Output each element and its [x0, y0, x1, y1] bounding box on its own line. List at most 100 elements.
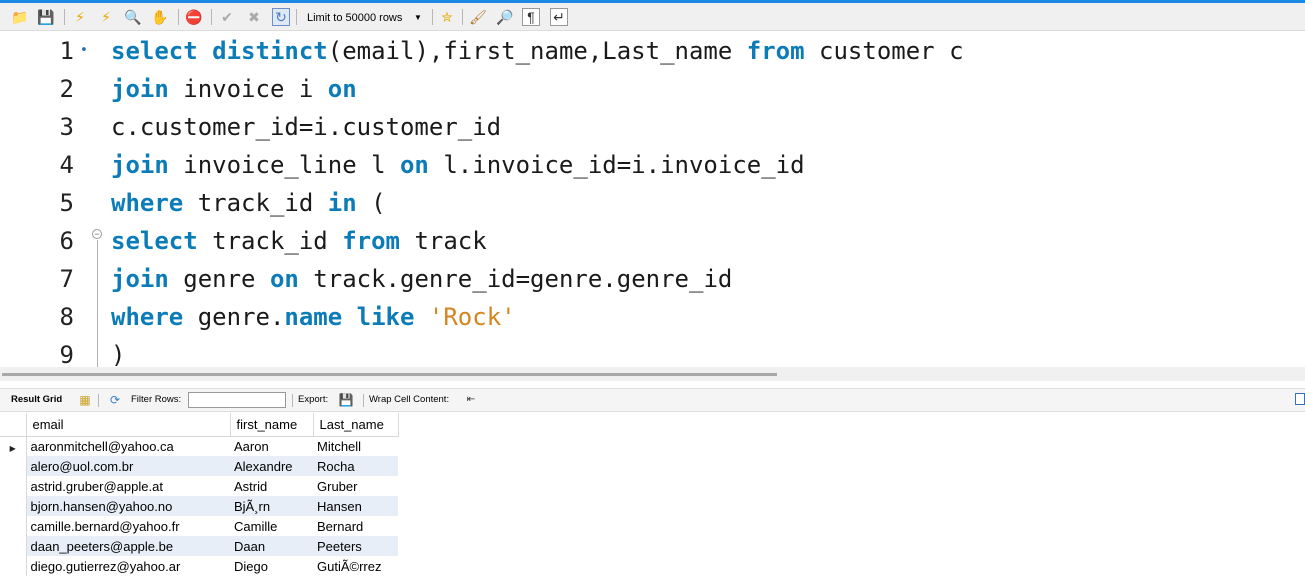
- cell-last-name[interactable]: Rocha: [313, 456, 398, 476]
- chevron-down-icon[interactable]: ▼: [414, 9, 422, 27]
- sql-text: invoice_line l: [168, 151, 400, 179]
- rollback-icon[interactable]: ✖: [245, 8, 263, 26]
- cell-email[interactable]: astrid.gruber@apple.at: [26, 476, 230, 496]
- autocommit-icon[interactable]: ↻: [272, 8, 290, 26]
- stop-icon[interactable]: ✋: [151, 8, 169, 26]
- line-number: 4: [59, 151, 74, 179]
- code-line[interactable]: 8 where genre.name like 'Rock': [0, 298, 1305, 336]
- explain-icon[interactable]: 🔍: [124, 8, 142, 26]
- row-header[interactable]: [0, 476, 27, 496]
- wrap-cell-icon[interactable]: ⇤: [463, 392, 479, 408]
- cell-email[interactable]: aaronmitchell@yahoo.ca: [26, 436, 230, 456]
- toolbar-separator: [292, 394, 293, 407]
- code-text: select track_id from track: [111, 222, 487, 260]
- cell-email[interactable]: bjorn.hansen@yahoo.no: [26, 496, 230, 516]
- sql-keyword: like: [356, 303, 415, 331]
- cell-first-name[interactable]: Diego: [230, 556, 313, 576]
- table-row[interactable]: daan_peeters@apple.be Daan Peeters: [0, 536, 398, 556]
- row-header[interactable]: [0, 536, 27, 556]
- grid-icon[interactable]: ▦: [77, 392, 93, 408]
- cell-email[interactable]: alero@uol.com.br: [26, 456, 230, 476]
- row-header-corner[interactable]: [0, 413, 27, 437]
- result-grid[interactable]: email first_name Last_name ▶ aaronmitchel…: [0, 413, 1305, 577]
- line-number: 5: [59, 189, 74, 217]
- cell-last-name[interactable]: Bernard: [313, 516, 398, 536]
- cell-last-name[interactable]: Hansen: [313, 496, 398, 516]
- column-header-last-name[interactable]: Last_name: [313, 413, 399, 437]
- current-statement-marker-icon: •: [80, 43, 88, 58]
- code-line[interactable]: 9): [0, 336, 1305, 368]
- cell-first-name[interactable]: Daan: [230, 536, 313, 556]
- toolbar-separator: [363, 394, 364, 407]
- sql-keyword: join: [111, 265, 169, 293]
- sql-keyword: distinct: [212, 37, 328, 65]
- sql-keyword: on: [327, 75, 357, 103]
- filter-rows-input[interactable]: [188, 392, 286, 408]
- refresh-icon[interactable]: ⟳: [107, 392, 123, 408]
- table-row[interactable]: astrid.gruber@apple.at Astrid Gruber: [0, 476, 398, 496]
- open-folder-icon[interactable]: 📁: [11, 8, 29, 26]
- cell-first-name[interactable]: Alexandre: [230, 456, 313, 476]
- table-row[interactable]: bjorn.hansen@yahoo.no BjÃ¸rn Hansen: [0, 496, 398, 516]
- row-header[interactable]: [0, 496, 27, 516]
- table-row[interactable]: ▶ aaronmitchell@yahoo.ca Aaron Mitchell: [0, 436, 398, 456]
- code-line[interactable]: 1 • select distinct(email),first_name,Last…: [0, 32, 1305, 70]
- sql-text: genre: [168, 265, 270, 293]
- table-row[interactable]: diego.gutierrez@yahoo.ar Diego GutiÃ©rrez: [0, 556, 398, 576]
- cell-first-name[interactable]: Astrid: [230, 476, 313, 496]
- cell-first-name[interactable]: Aaron: [230, 436, 313, 456]
- column-header-first-name[interactable]: first_name: [230, 413, 314, 437]
- cell-last-name[interactable]: Gruber: [313, 476, 398, 496]
- cell-first-name[interactable]: Camille: [230, 516, 313, 536]
- sql-text: (: [356, 189, 386, 217]
- cell-last-name[interactable]: GutiÃ©rrez: [313, 556, 398, 576]
- editor-horizontal-scrollbar[interactable]: [0, 367, 1305, 381]
- beautify-icon[interactable]: 🖌: [469, 8, 487, 26]
- scrollbar-thumb[interactable]: [2, 373, 777, 376]
- execute-icon[interactable]: ⚡: [71, 8, 89, 26]
- result-grid-label[interactable]: Result Grid: [11, 389, 62, 411]
- code-text: where genre.name like 'Rock': [111, 298, 516, 336]
- table-header-row: email first_name Last_name: [0, 413, 399, 437]
- code-line[interactable]: 3 c.customer_id=i.customer_id: [0, 108, 1305, 146]
- cell-last-name[interactable]: Peeters: [313, 536, 398, 556]
- find-icon[interactable]: 🔎: [496, 8, 514, 26]
- row-header[interactable]: [0, 556, 27, 576]
- code-line[interactable]: 7 join genre on track.genre_id=genre.genr…: [0, 260, 1305, 298]
- add-snippet-icon[interactable]: ✮: [438, 8, 456, 26]
- toolbar-separator: [211, 9, 212, 25]
- row-header[interactable]: [0, 456, 27, 476]
- panel-toggle-icon[interactable]: [1295, 393, 1305, 405]
- code-text: c.customer_id=i.customer_id: [111, 108, 501, 146]
- export-icon[interactable]: 💾: [338, 392, 354, 408]
- line-number: 1: [59, 37, 74, 65]
- sql-text: track: [400, 227, 487, 255]
- column-header-email[interactable]: email: [26, 413, 231, 437]
- cell-email[interactable]: camille.bernard@yahoo.fr: [26, 516, 230, 536]
- code-line[interactable]: 2 join invoice i on: [0, 70, 1305, 108]
- table-row[interactable]: camille.bernard@yahoo.fr Camille Bernard: [0, 516, 398, 536]
- code-line[interactable]: 5 where track_id in (: [0, 184, 1305, 222]
- cell-last-name[interactable]: Mitchell: [313, 436, 398, 456]
- cell-first-name[interactable]: BjÃ¸rn: [230, 496, 313, 516]
- sql-text: ): [111, 341, 126, 368]
- cell-email[interactable]: daan_peeters@apple.be: [26, 536, 230, 556]
- sql-keyword: select: [111, 37, 198, 65]
- sql-editor[interactable]: − 1 • select distinct(email),first_name,La…: [0, 32, 1305, 368]
- invisible-chars-icon[interactable]: ¶: [522, 8, 540, 26]
- save-icon[interactable]: 💾: [37, 8, 55, 26]
- sql-keyword: on: [399, 151, 429, 179]
- code-line[interactable]: 4 join invoice_line l on l.invoice_id=i.i…: [0, 146, 1305, 184]
- code-line[interactable]: 6 select track_id from track: [0, 222, 1305, 260]
- sql-keyword: join: [111, 75, 169, 103]
- cell-email[interactable]: diego.gutierrez@yahoo.ar: [26, 556, 230, 576]
- commit-icon[interactable]: ✔: [218, 8, 236, 26]
- row-header[interactable]: ▶: [0, 436, 27, 456]
- wrap-lines-icon[interactable]: ↵: [550, 8, 568, 26]
- code-text: join invoice i on: [111, 70, 357, 108]
- row-header[interactable]: [0, 516, 27, 536]
- toggle-error-icon[interactable]: ⛔: [185, 8, 203, 26]
- table-row[interactable]: alero@uol.com.br Alexandre Rocha: [0, 456, 398, 476]
- execute-current-icon[interactable]: ⚡: [97, 8, 115, 26]
- limit-rows-select[interactable]: Limit to 50000 rows: [300, 9, 428, 27]
